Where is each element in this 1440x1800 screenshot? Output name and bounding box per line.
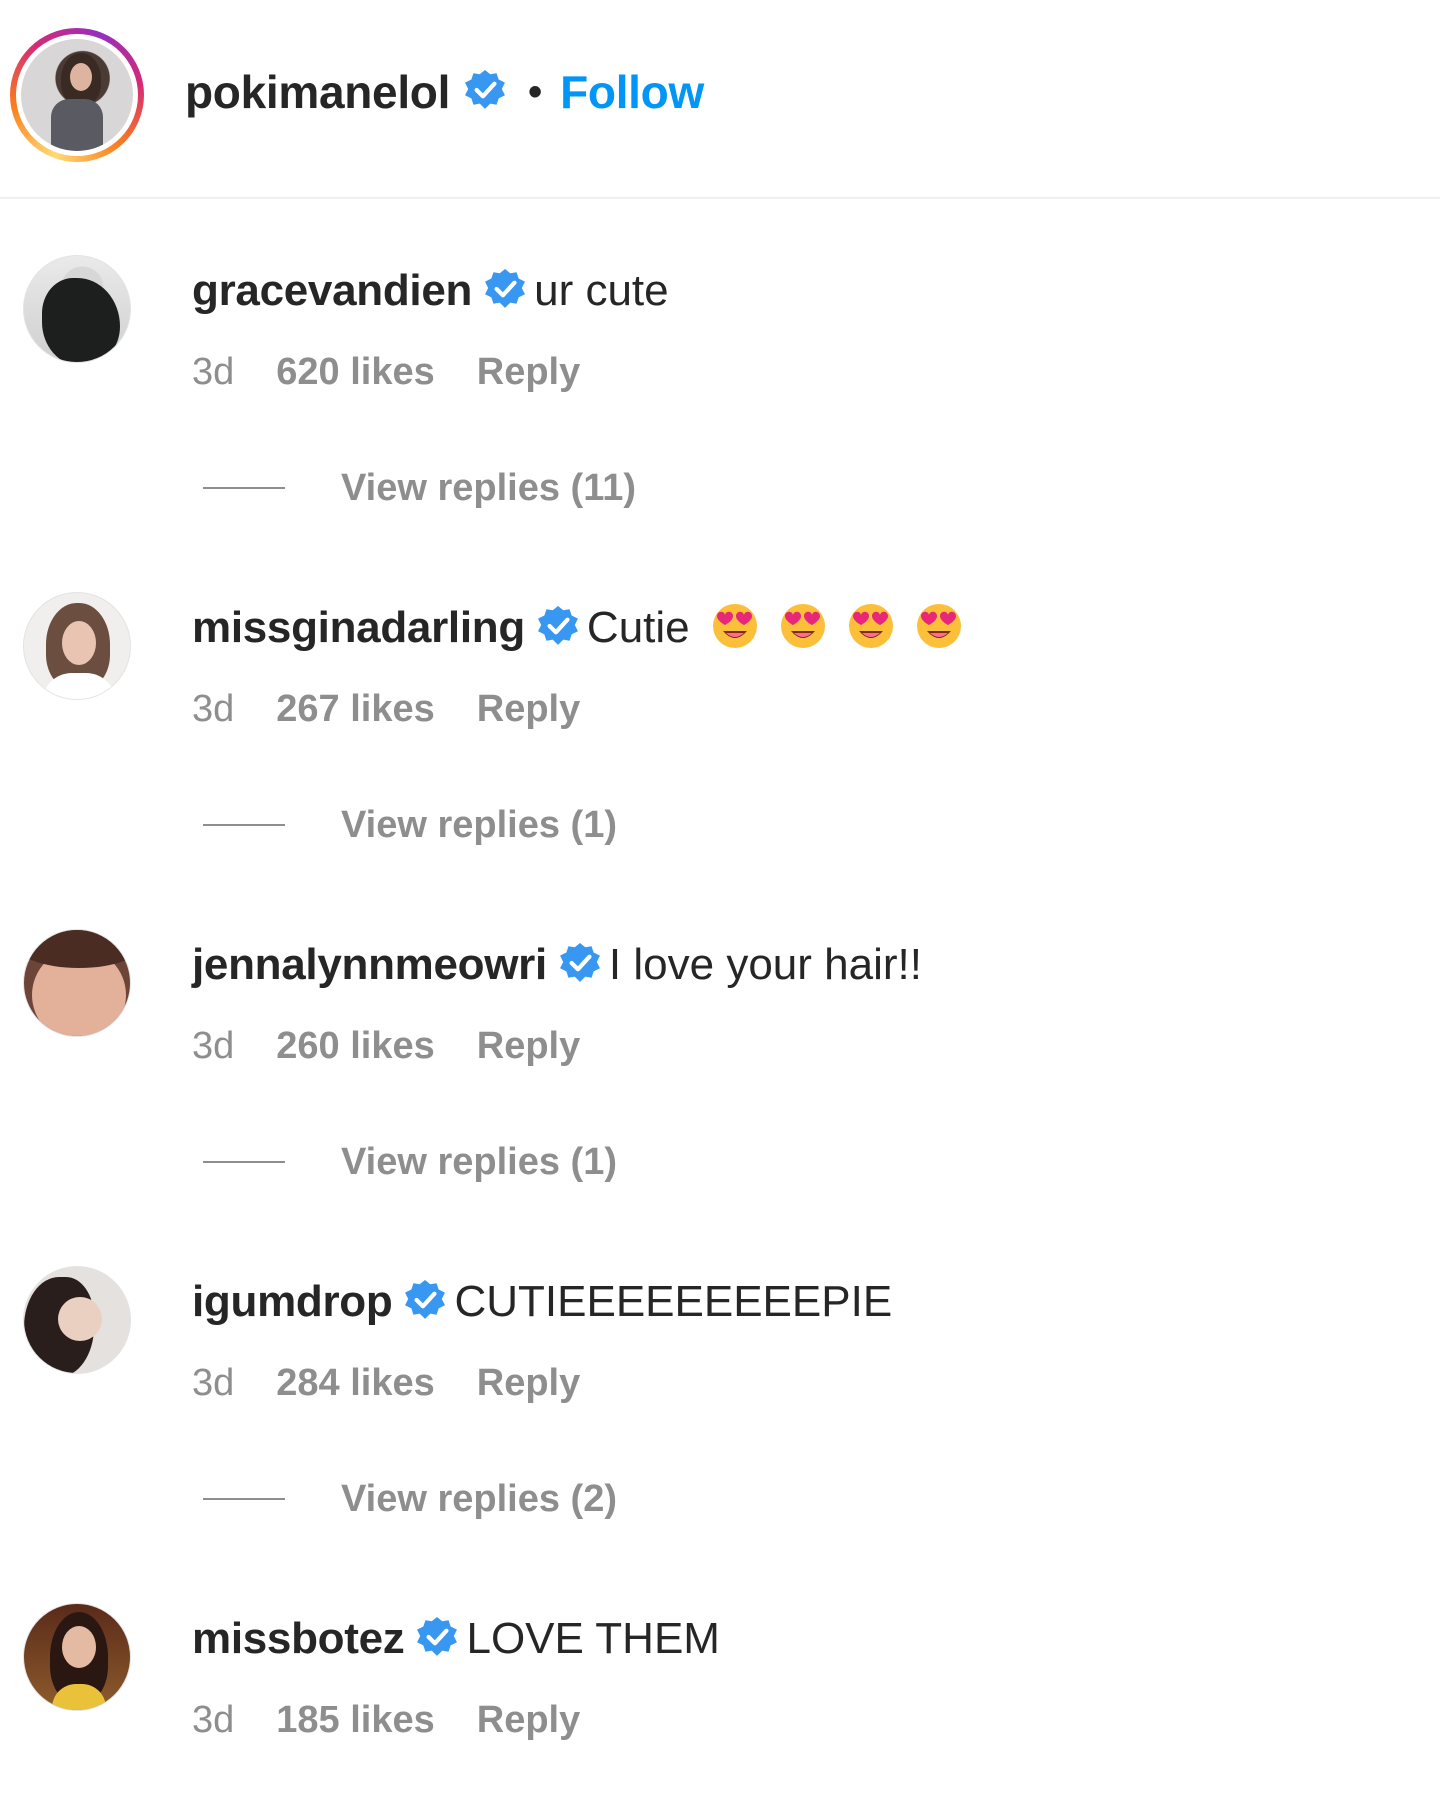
reply-button[interactable]: Reply [477, 688, 580, 731]
comment-item: igumdrop CUTIEEEEEEEEEPIE 3d 284 likes R… [0, 1266, 1440, 1602]
comment-time[interactable]: 3d [192, 688, 234, 731]
comment-item: missginadarling Cutie 3d 267 likes Reply… [0, 592, 1440, 928]
comment-username[interactable]: missbotez [192, 1614, 405, 1664]
story-ring-gap [16, 34, 138, 156]
view-replies-line [203, 824, 285, 826]
comment-text: Cutie [586, 603, 690, 652]
avatar-face [70, 63, 92, 91]
comment-username[interactable]: igumdrop [192, 1277, 393, 1327]
comment-avatar[interactable] [23, 255, 131, 363]
view-replies-label: View replies (2) [341, 1477, 617, 1520]
comment-meta: 3d 620 likes Reply [192, 347, 580, 397]
comment-likes[interactable]: 284 likes [276, 1362, 434, 1405]
comment-time[interactable]: 3d [192, 1699, 234, 1742]
comment-text: CUTIEEEEEEEEEPIE [454, 1277, 893, 1326]
comment-text: ur cute [534, 266, 669, 315]
heart-eyes-emoji-icon [846, 601, 896, 656]
view-replies-label: View replies (11) [341, 466, 637, 509]
comment-body: igumdrop CUTIEEEEEEEEEPIE [192, 1272, 892, 1332]
view-replies-line [203, 1498, 285, 1500]
view-replies-button[interactable]: View replies (1) [203, 1137, 617, 1187]
view-replies-button[interactable]: View replies (1) [203, 800, 617, 850]
view-replies-button[interactable]: View replies (2) [203, 1474, 617, 1524]
avatar-face [62, 621, 96, 665]
comment-username[interactable]: gracevandien [192, 266, 472, 316]
post-header: pokimanelol • Follow [0, 0, 1440, 199]
comment-body: missbotez LOVE THEM [192, 1609, 720, 1669]
view-replies-label: View replies (1) [341, 803, 617, 846]
avatar-hair [24, 930, 130, 968]
comment-item: gracevandien ur cute 3d 620 likes Reply … [0, 255, 1440, 591]
comment-likes[interactable]: 267 likes [276, 688, 434, 731]
comment-text: I love your hair!! [608, 940, 922, 989]
reply-button[interactable]: Reply [477, 1025, 580, 1068]
comment-body: gracevandien ur cute [192, 261, 669, 321]
verified-badge-icon [537, 605, 579, 652]
view-replies-line [203, 487, 285, 489]
avatar-face [58, 1297, 102, 1341]
story-ring[interactable] [10, 28, 144, 162]
comment-likes[interactable]: 260 likes [276, 1025, 434, 1068]
comment-likes[interactable]: 620 likes [276, 351, 434, 394]
header-username-row: pokimanelol • Follow [185, 62, 704, 122]
comment-avatar[interactable] [23, 1266, 131, 1374]
comment-time[interactable]: 3d [192, 351, 234, 394]
reply-button[interactable]: Reply [477, 351, 580, 394]
comment-avatar[interactable] [23, 929, 131, 1037]
comment-time[interactable]: 3d [192, 1025, 234, 1068]
view-replies-button[interactable]: View replies (11) [203, 463, 636, 513]
separator-dot: • [528, 70, 543, 114]
verified-badge-icon [484, 268, 526, 315]
follow-button[interactable]: Follow [560, 65, 704, 119]
comment-item: jennalynnmeowri I love your hair!! 3d 26… [0, 929, 1440, 1265]
heart-eyes-emoji-icon [710, 601, 760, 656]
comment-text: LOVE THEM [466, 1614, 720, 1663]
avatar[interactable] [21, 39, 133, 151]
reply-button[interactable]: Reply [477, 1699, 580, 1742]
avatar-shirt [51, 99, 103, 151]
comment-time[interactable]: 3d [192, 1362, 234, 1405]
comment-username[interactable]: jennalynnmeowri [192, 940, 547, 990]
heart-eyes-emoji-icon [778, 601, 828, 656]
reply-button[interactable]: Reply [477, 1362, 580, 1405]
post-author-username[interactable]: pokimanelol [185, 65, 450, 119]
comment-meta: 3d 267 likes Reply [192, 684, 580, 734]
comment-likes[interactable]: 185 likes [276, 1699, 434, 1742]
comment-meta: 3d 185 likes Reply [192, 1695, 580, 1745]
comment-meta: 3d 260 likes Reply [192, 1021, 580, 1071]
comment-item: missbotez LOVE THEM 3d 185 likes Reply [0, 1603, 1440, 1793]
avatar-face [62, 1626, 96, 1668]
comment-avatar[interactable] [23, 1603, 131, 1711]
view-replies-line [203, 1161, 285, 1163]
verified-badge-icon [464, 69, 506, 116]
view-replies-label: View replies (1) [341, 1140, 617, 1183]
verified-badge-icon [404, 1279, 446, 1326]
comment-meta: 3d 284 likes Reply [192, 1358, 580, 1408]
emoji-group [690, 601, 964, 656]
verified-badge-icon [416, 1616, 458, 1663]
comment-avatar[interactable] [23, 592, 131, 700]
comment-body: jennalynnmeowri I love your hair!! [192, 935, 922, 995]
avatar-figure [42, 278, 120, 362]
comment-username[interactable]: missginadarling [192, 603, 525, 653]
comment-body: missginadarling Cutie [192, 598, 964, 658]
heart-eyes-emoji-icon [914, 601, 964, 656]
verified-badge-icon [559, 942, 601, 989]
